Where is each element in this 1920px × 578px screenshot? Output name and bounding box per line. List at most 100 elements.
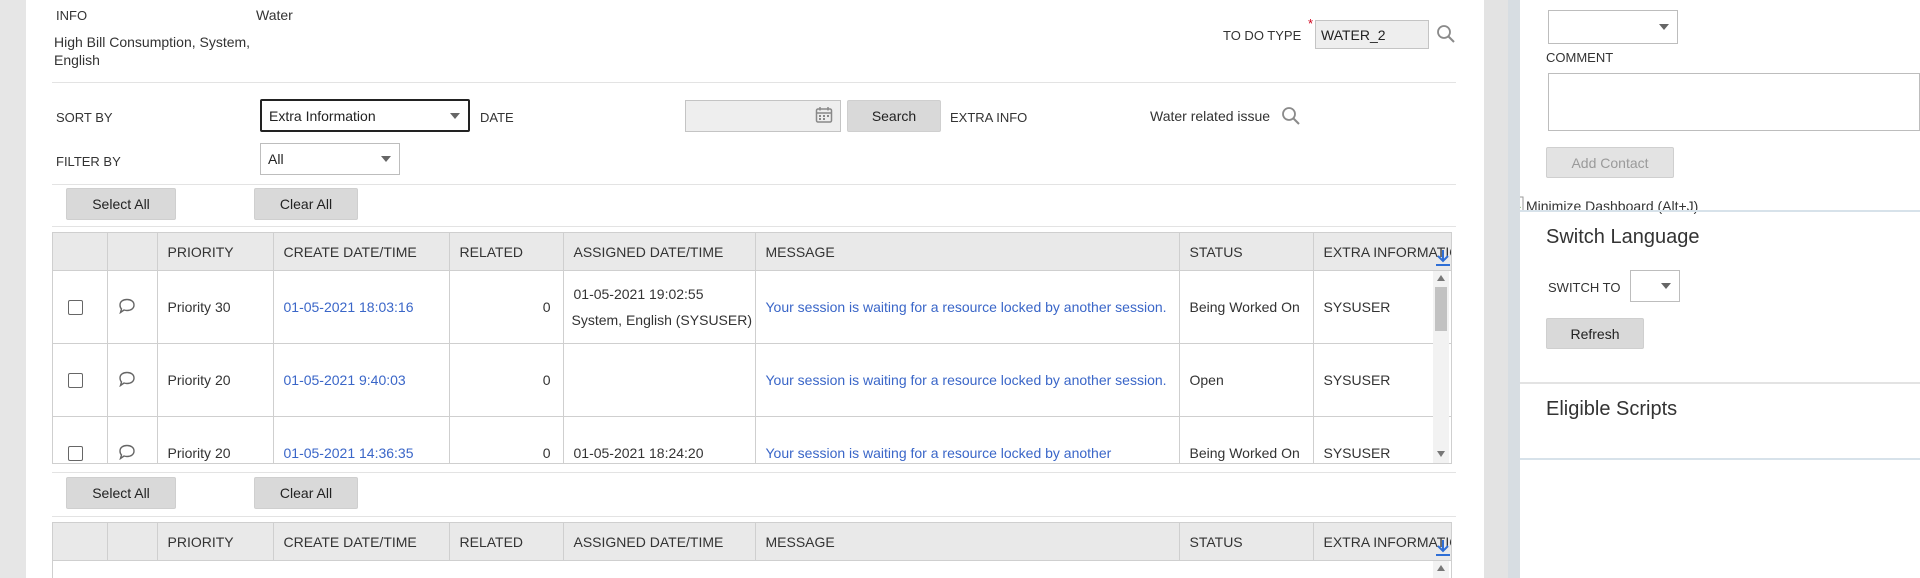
select-all-button[interactable]: Select All xyxy=(66,477,176,509)
cell-extra-information: SYSUSER xyxy=(1313,343,1451,417)
create-datetime-link[interactable]: 01-05-2021 18:03:16 xyxy=(284,299,414,315)
clear-all-button[interactable]: Clear All xyxy=(254,477,358,509)
broken-image-icon xyxy=(1520,196,1524,215)
main-panel: INFO Water High Bill Consumption, System… xyxy=(26,0,1484,578)
grid-header-row: PRIORITY CREATE DATE/TIME RELATED ASSIGN… xyxy=(53,233,1451,271)
column-header-message[interactable]: MESSAGE xyxy=(755,233,1180,271)
cell-related: 0 xyxy=(449,416,564,463)
column-header-comment xyxy=(107,523,158,561)
add-contact-button[interactable]: Add Contact xyxy=(1546,147,1674,178)
scroll-down-icon[interactable] xyxy=(1437,451,1445,457)
divider xyxy=(1520,210,1920,212)
search-button[interactable]: Search xyxy=(847,100,941,132)
divider xyxy=(1520,382,1920,384)
comment-textarea[interactable] xyxy=(1548,73,1920,131)
cell-priority: Priority 20 xyxy=(157,343,274,417)
column-header-comment xyxy=(107,233,158,271)
select-all-button[interactable]: Select All xyxy=(66,188,176,220)
divider xyxy=(52,516,1456,517)
dashboard-panel: COMMENT Add Contact Minimize Dashboard (… xyxy=(1520,0,1920,578)
column-header-create-datetime[interactable]: CREATE DATE/TIME xyxy=(273,233,450,271)
divider xyxy=(1520,458,1920,460)
column-header-assigned-datetime[interactable]: ASSIGNED DATE/TIME xyxy=(563,523,756,561)
column-header-priority[interactable]: PRIORITY xyxy=(157,233,274,271)
column-header-related[interactable]: RELATED xyxy=(449,233,564,271)
divider xyxy=(52,226,1456,227)
extra-info-label: EXTRA INFO xyxy=(950,110,1028,125)
vertical-scrollbar[interactable] xyxy=(1433,271,1449,463)
extra-info-value: Water related issue xyxy=(1150,108,1271,124)
assigned-user: System, English (SYSUSER) xyxy=(571,312,753,328)
category-value: Water xyxy=(256,7,293,23)
cell-extra-information: SYSUSER xyxy=(1313,270,1451,344)
scroll-up-icon[interactable] xyxy=(1437,565,1445,571)
filter-by-label: FILTER BY xyxy=(56,154,121,169)
table-row[interactable]: Priority 20 01-05-2021 14:36:35 0 01-05-… xyxy=(53,416,1451,463)
column-header-select xyxy=(53,523,108,561)
column-header-assigned-datetime[interactable]: ASSIGNED DATE/TIME xyxy=(563,233,756,271)
panel-separator xyxy=(1484,0,1520,578)
column-header-extra-information[interactable]: EXTRA INFORMATION xyxy=(1313,233,1451,271)
create-datetime-link[interactable]: 01-05-2021 9:40:03 xyxy=(284,372,406,388)
row-checkbox[interactable] xyxy=(68,372,83,388)
scroll-thumb[interactable] xyxy=(1435,287,1447,331)
required-marker: * xyxy=(1308,16,1314,31)
download-icon[interactable] xyxy=(1435,539,1451,560)
todo-grid: PRIORITY CREATE DATE/TIME RELATED ASSIGN… xyxy=(52,522,1452,578)
cell-assigned: 01-05-2021 18:24:20 xyxy=(563,416,756,463)
cell-priority: Priority 20 xyxy=(157,416,274,463)
create-datetime-link[interactable]: 01-05-2021 14:36:35 xyxy=(284,445,414,461)
type-select[interactable] xyxy=(1548,10,1678,44)
column-header-create-datetime[interactable]: CREATE DATE/TIME xyxy=(273,523,450,561)
eligible-scripts-title: Eligible Scripts xyxy=(1546,398,1678,420)
message-link[interactable]: Your session is waiting for a resource l… xyxy=(766,438,1179,463)
search-icon[interactable] xyxy=(1436,24,1456,47)
divider xyxy=(52,82,1456,83)
sort-by-select[interactable]: Extra Information xyxy=(260,99,470,132)
sort-by-value: Extra Information xyxy=(269,107,376,124)
filter-by-select[interactable]: All xyxy=(260,143,400,175)
download-icon[interactable] xyxy=(1435,249,1451,270)
column-header-message[interactable]: MESSAGE xyxy=(755,523,1180,561)
minimize-dashboard-link[interactable]: Minimize Dashboard (Alt+J) xyxy=(1520,196,1698,215)
speech-bubble-icon[interactable] xyxy=(118,371,136,390)
cell-status: Being Worked On xyxy=(1179,416,1314,463)
column-header-related[interactable]: RELATED xyxy=(449,523,564,561)
speech-bubble-icon[interactable] xyxy=(118,298,136,317)
column-header-status[interactable]: STATUS xyxy=(1179,233,1314,271)
scroll-up-icon[interactable] xyxy=(1437,275,1445,281)
cell-assigned: 01-05-2021 19:02:55 System, English (SYS… xyxy=(563,270,756,344)
divider xyxy=(52,184,1456,185)
message-link[interactable]: Your session is waiting for a resource l… xyxy=(766,365,1179,395)
todo-type-input[interactable]: WATER_2 xyxy=(1315,20,1429,49)
row-checkbox[interactable] xyxy=(68,445,83,461)
assigned-datetime: 01-05-2021 18:24:20 xyxy=(573,445,704,461)
cell-extra-information: SYSUSER xyxy=(1313,416,1451,463)
date-label: DATE xyxy=(480,110,514,125)
column-header-priority[interactable]: PRIORITY xyxy=(157,523,274,561)
table-row[interactable]: Priority 20 01-05-2021 9:40:03 0 Your se… xyxy=(53,343,1451,417)
table-row[interactable]: Priority 30 01-05-2021 18:03:16 0 01-05-… xyxy=(53,270,1451,344)
todo-grid: PRIORITY CREATE DATE/TIME RELATED ASSIGN… xyxy=(52,232,1452,464)
cell-priority: Priority 30 xyxy=(157,270,274,344)
search-icon[interactable] xyxy=(1281,106,1301,129)
vertical-scrollbar[interactable] xyxy=(1433,561,1449,578)
grid-header-row: PRIORITY CREATE DATE/TIME RELATED ASSIGN… xyxy=(53,523,1451,561)
message-link[interactable]: Your session is waiting for a resource l… xyxy=(766,292,1179,322)
sort-by-label: SORT BY xyxy=(56,110,113,125)
cell-related: 0 xyxy=(449,270,564,344)
switch-to-label: SWITCH TO xyxy=(1548,280,1621,295)
speech-bubble-icon[interactable] xyxy=(118,444,136,463)
column-header-status[interactable]: STATUS xyxy=(1179,523,1314,561)
switch-to-select[interactable] xyxy=(1630,270,1680,302)
chevron-down-icon xyxy=(1659,24,1669,30)
cell-assigned xyxy=(563,343,756,417)
filter-by-value: All xyxy=(268,151,284,167)
row-checkbox[interactable] xyxy=(68,299,83,315)
column-header-extra-information[interactable]: EXTRA INFORMATION xyxy=(1313,523,1451,561)
refresh-button[interactable]: Refresh xyxy=(1546,318,1644,349)
clear-all-button[interactable]: Clear All xyxy=(254,188,358,220)
calendar-icon[interactable] xyxy=(815,106,833,127)
chevron-down-icon xyxy=(450,112,460,119)
chevron-down-icon xyxy=(381,156,391,162)
